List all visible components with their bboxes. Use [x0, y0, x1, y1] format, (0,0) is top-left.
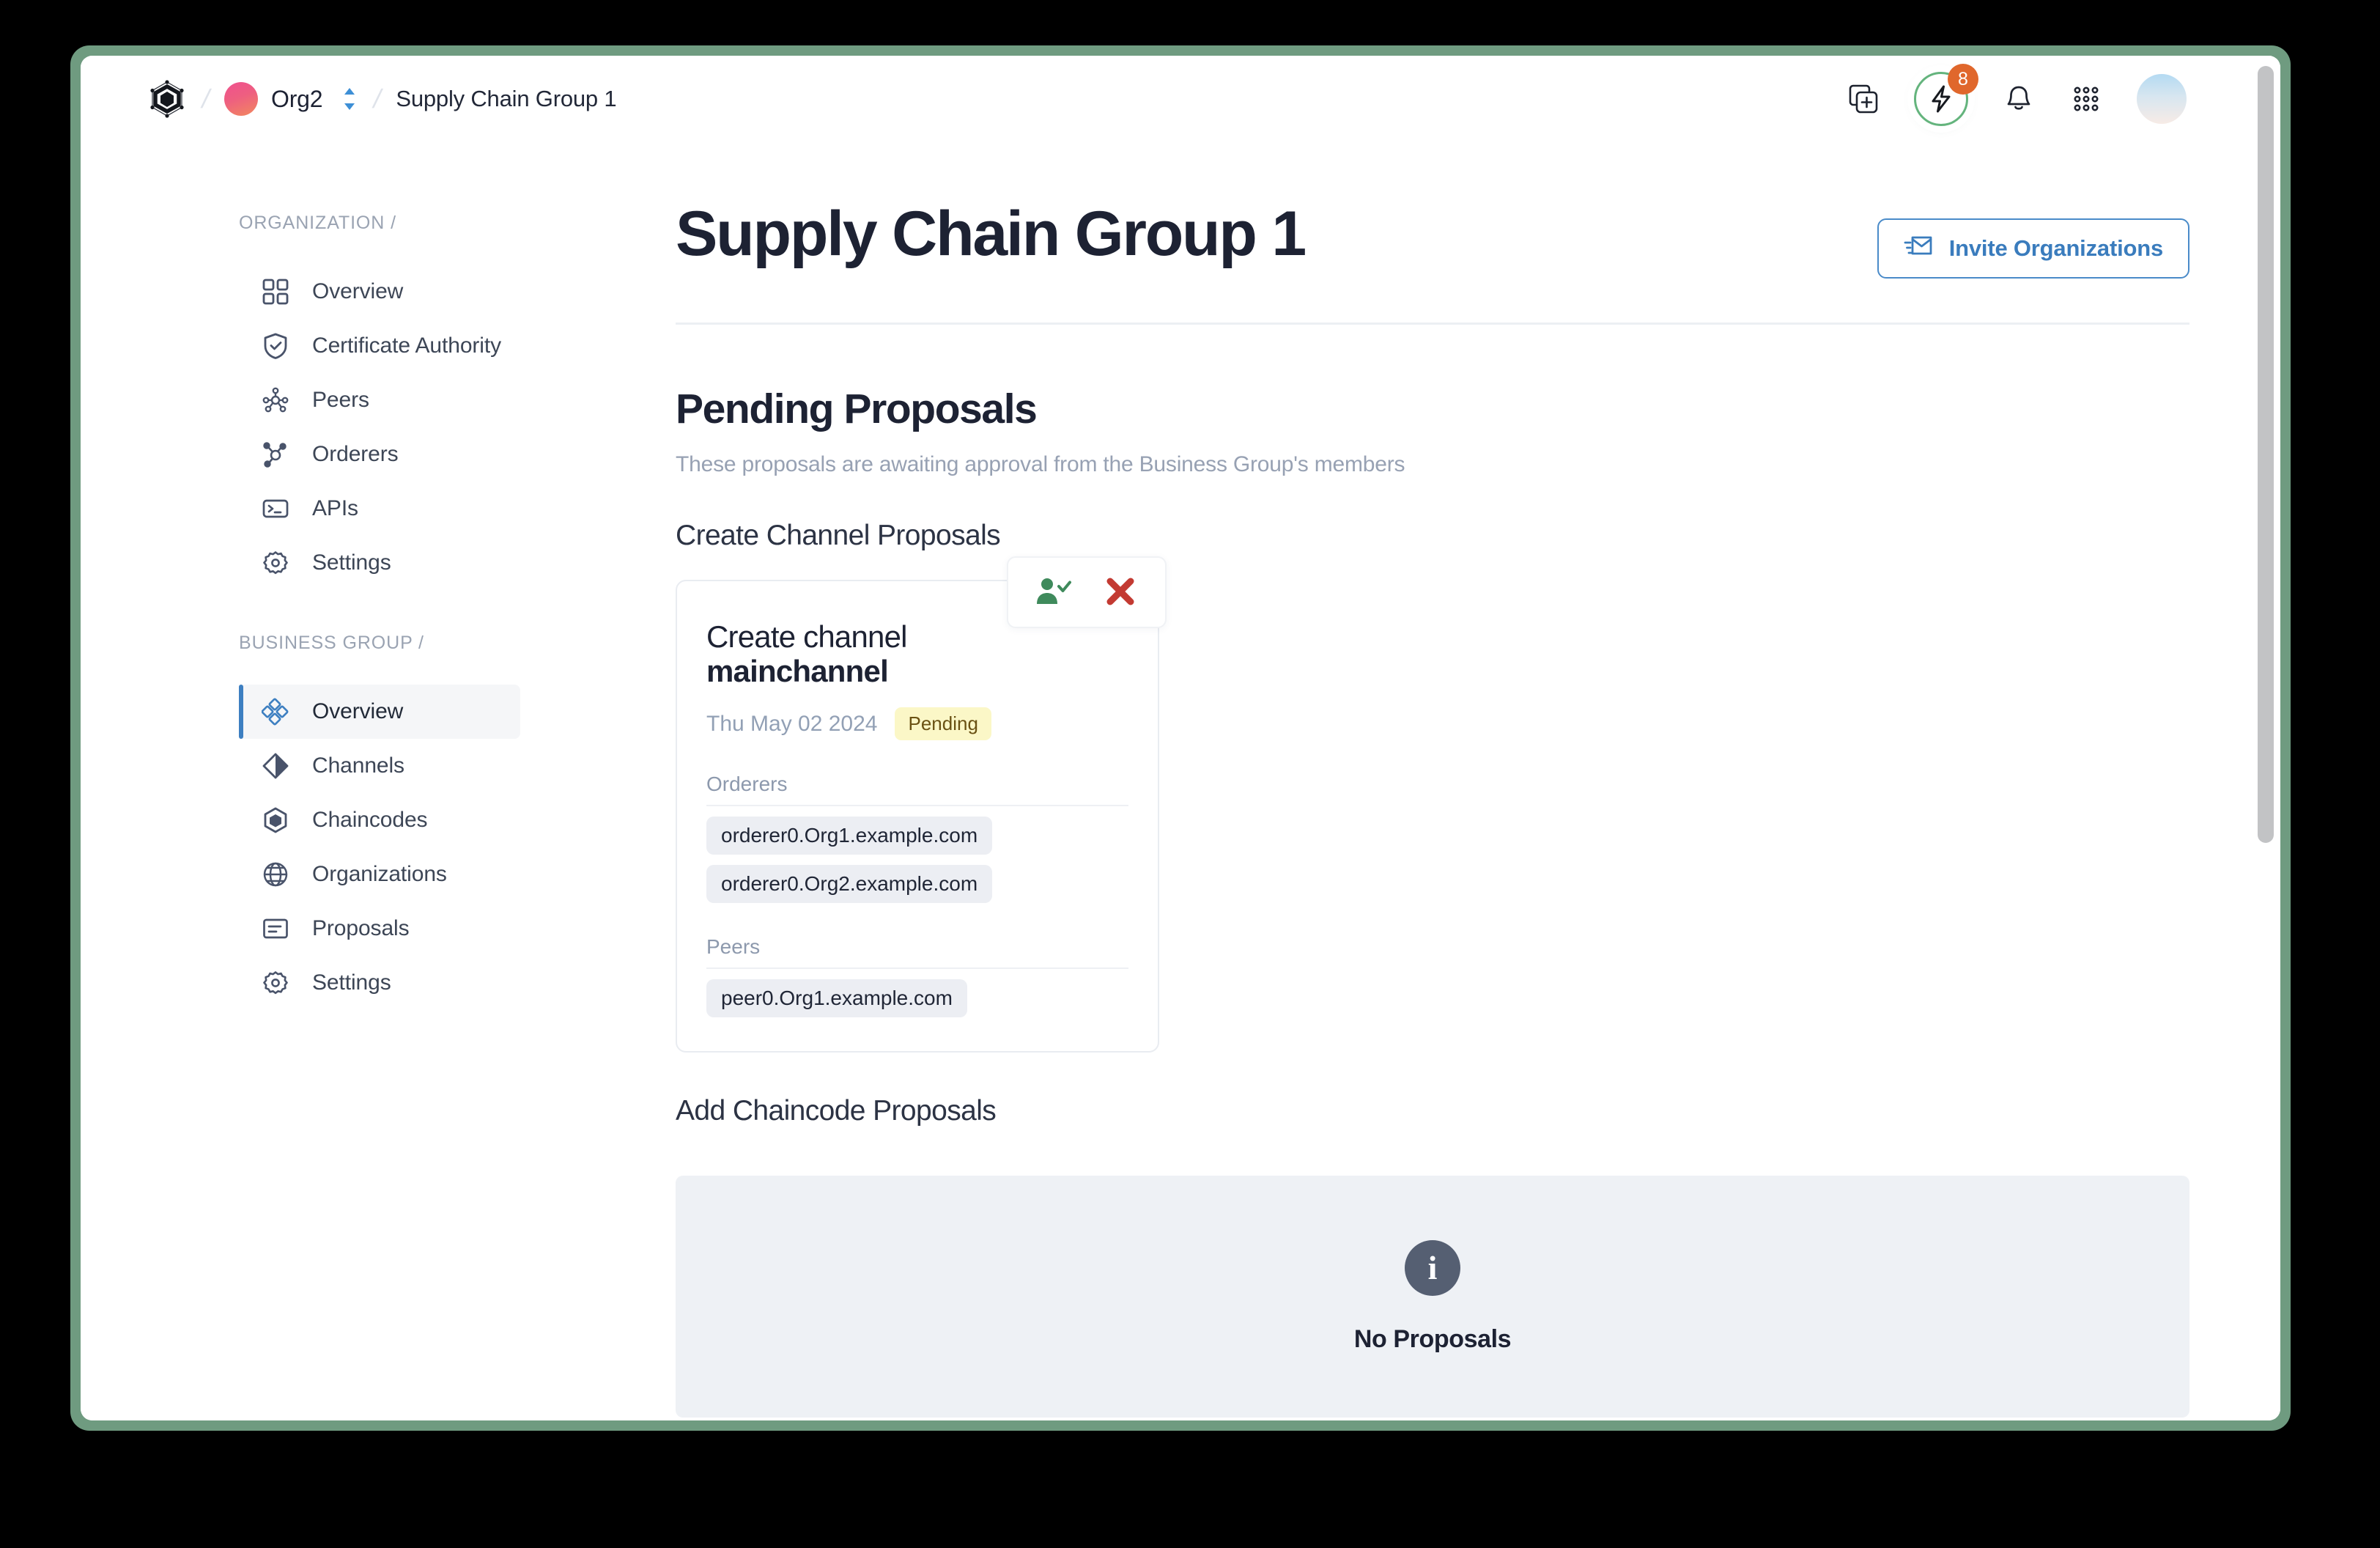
terminal-icon	[259, 493, 292, 525]
org-name-label: Org2	[271, 85, 323, 112]
pending-proposals-section: Pending Proposals These proposals are aw…	[676, 325, 2189, 1418]
sidebar-item-channels[interactable]: Channels	[239, 739, 520, 793]
proposal-channel-name: mainchannel	[706, 654, 889, 689]
network-nodes-icon	[259, 384, 292, 416]
invite-organizations-button[interactable]: Invite Organizations	[1877, 218, 2189, 279]
close-x-icon	[1104, 575, 1137, 610]
apps-grid-icon[interactable]	[2069, 82, 2103, 116]
sidebar-section-title-organization: ORGANIZATION /	[239, 213, 396, 233]
sidebar-item-org-settings[interactable]: Settings	[239, 536, 520, 590]
orderers-field-group: Orderers orderer0.Org1.example.com order…	[706, 773, 1128, 904]
pending-proposals-subheading: These proposals are awaiting approval fr…	[676, 452, 1405, 476]
sidebar-item-label: Overview	[312, 699, 404, 723]
add-chaincode-proposals-heading: Add Chaincode Proposals	[676, 1095, 997, 1127]
sidebar-item-label: Certificate Authority	[312, 333, 502, 358]
avatar[interactable]	[2137, 74, 2187, 124]
orderers-chip-list: orderer0.Org1.example.com orderer0.Org2.…	[706, 806, 1128, 904]
app-window-frame: / Org2 / Supply Chain Group 1 8 ORGANIZA…	[70, 45, 2291, 1431]
proposal-card-title: Create channel mainchannel	[706, 619, 1051, 688]
gear-icon	[259, 967, 292, 999]
sidebar-item-certificate-authority[interactable]: Certificate Authority	[239, 319, 520, 373]
org-avatar	[224, 82, 259, 116]
sidebar-item-apis[interactable]: APIs	[239, 482, 520, 536]
pending-proposals-heading: Pending Proposals	[676, 386, 1038, 432]
create-channel-proposals-heading: Create Channel Proposals	[676, 520, 1001, 551]
shield-check-icon	[259, 330, 292, 362]
sidebar-item-orderers[interactable]: Orderers	[239, 427, 520, 482]
orderer-chip: orderer0.Org1.example.com	[706, 817, 993, 855]
blockchain-hexagon-logo[interactable]	[147, 78, 188, 119]
diamond-split-icon	[259, 750, 292, 782]
empty-state-label: No Proposals	[1353, 1324, 1512, 1353]
scrollbar-thumb[interactable]	[2258, 66, 2274, 843]
orderers-label: Orderers	[706, 773, 1128, 807]
sidebar-item-label: Organizations	[312, 862, 447, 886]
sidebar-item-label: Orderers	[312, 442, 399, 466]
bell-icon[interactable]	[2002, 82, 2036, 116]
sidebar-item-label: Proposals	[312, 916, 410, 940]
breadcrumb: / Org2 / Supply Chain Group 1	[81, 78, 617, 119]
scrollbar[interactable]	[2251, 56, 2280, 1420]
proposal-date: Thu May 02 2024	[706, 711, 878, 736]
sidebar-group-organization: ORGANIZATION / Overview Certificate Auth…	[239, 213, 586, 590]
proposal-list: Create channel mainchannel Thu May 02 20…	[676, 556, 2189, 1053]
main-content: Supply Chain Group 1 Invite Organization…	[586, 142, 2280, 1420]
sidebar-item-proposals[interactable]: Proposals	[239, 902, 520, 956]
peers-label: Peers	[706, 935, 1128, 970]
breadcrumb-separator-2: /	[371, 84, 385, 114]
sidebar-item-label: Peers	[312, 388, 369, 412]
status-badge: Pending	[895, 707, 991, 741]
browser-panel: / Org2 / Supply Chain Group 1 8 ORGANIZA…	[81, 56, 2280, 1420]
document-lines-icon	[259, 913, 292, 945]
add-page-icon[interactable]	[1847, 82, 1880, 116]
sidebar-item-label: Settings	[312, 550, 391, 575]
sidebar-group-business: BUSINESS GROUP / Overview Channels Chain…	[239, 633, 586, 1010]
notification-count-badge: 8	[1948, 64, 1978, 95]
page-title: Supply Chain Group 1	[676, 199, 1307, 269]
gear-icon	[259, 547, 292, 579]
peers-chip-list: peer0.Org1.example.com	[706, 969, 1128, 1018]
breadcrumb-separator: /	[199, 84, 213, 114]
invite-envelope-icon	[1904, 233, 1933, 264]
grid-squares-icon	[259, 276, 292, 308]
reject-proposal-button[interactable]	[1101, 572, 1140, 612]
sidebar-item-peers[interactable]: Peers	[239, 373, 520, 427]
person-check-icon	[1035, 576, 1071, 609]
diamond-cluster-icon	[259, 696, 292, 728]
cube-hexagon-icon	[259, 804, 292, 836]
hub-node-icon	[259, 438, 292, 471]
proposal-title-prefix: Create channel	[706, 619, 907, 654]
chevron-up-down-icon[interactable]	[340, 84, 359, 114]
top-navigation-bar: / Org2 / Supply Chain Group 1 8	[81, 56, 2280, 142]
sidebar-item-label: Chaincodes	[312, 808, 428, 832]
peers-field-group: Peers peer0.Org1.example.com	[706, 935, 1128, 1018]
empty-state-panel: i No Proposals	[676, 1176, 2189, 1418]
sidebar-item-org-overview[interactable]: Overview	[239, 265, 520, 319]
globe-icon	[259, 858, 292, 891]
proposal-card-actions	[1007, 556, 1167, 628]
invite-organizations-label: Invite Organizations	[1948, 235, 2163, 261]
orderer-chip: orderer0.Org2.example.com	[706, 865, 993, 904]
sidebar-section-title-business-group: BUSINESS GROUP /	[239, 633, 424, 653]
proposal-card[interactable]: Create channel mainchannel Thu May 02 20…	[676, 556, 1167, 1053]
sidebar-item-organizations[interactable]: Organizations	[239, 847, 520, 902]
proposal-card-meta: Thu May 02 2024 Pending	[706, 707, 1128, 741]
quick-actions-button[interactable]: 8	[1914, 64, 1978, 126]
sidebar-item-label: Channels	[312, 753, 404, 778]
sidebar: ORGANIZATION / Overview Certificate Auth…	[81, 142, 586, 1420]
page-header: Supply Chain Group 1 Invite Organization…	[676, 201, 2189, 325]
peer-chip: peer0.Org1.example.com	[706, 979, 967, 1018]
sidebar-item-label: APIs	[312, 496, 358, 520]
sidebar-item-bg-overview[interactable]: Overview	[239, 685, 520, 739]
sidebar-item-chaincodes[interactable]: Chaincodes	[239, 793, 520, 847]
topbar-actions: 8	[1847, 64, 2280, 126]
sidebar-item-label: Overview	[312, 279, 404, 303]
approve-proposal-button[interactable]	[1033, 572, 1073, 612]
breadcrumb-group-name: Supply Chain Group 1	[396, 86, 617, 111]
info-circle-icon: i	[1405, 1239, 1460, 1296]
sidebar-item-bg-settings[interactable]: Settings	[239, 956, 520, 1010]
sidebar-item-label: Settings	[312, 970, 391, 995]
